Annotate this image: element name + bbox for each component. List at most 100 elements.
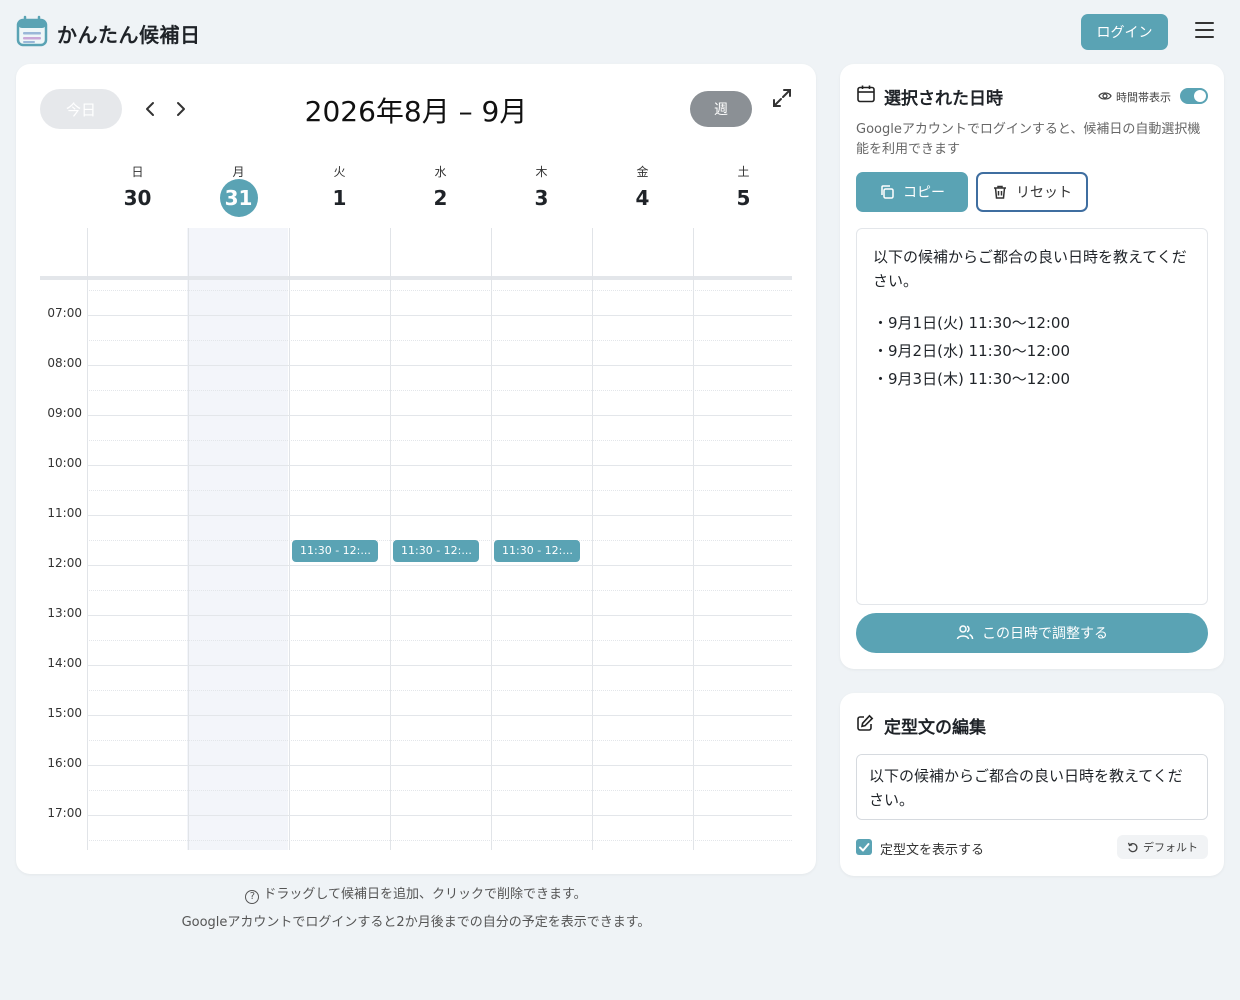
day-name: 月: [232, 165, 245, 179]
show-template-label: 定型文を表示する: [880, 843, 985, 858]
week-grid[interactable]: 07:00 08:00 09:00 10:00 11:00 12:00 13:00 14:00…: [40, 228, 792, 850]
candidate-event[interactable]: 11:30 - 12:...: [292, 540, 378, 562]
time-label: 14:00: [47, 656, 82, 670]
half-hour-line: [87, 690, 792, 691]
expand-icon: [773, 89, 791, 107]
day-name: 日: [131, 165, 144, 179]
calendar-icon: [16, 15, 48, 47]
half-hour-line: [87, 290, 792, 291]
adjust-label: この日時で調整する: [982, 626, 1108, 642]
day-header[interactable]: 土5: [693, 164, 794, 212]
hour-line: [87, 365, 792, 366]
time-label: 15:00: [47, 706, 82, 720]
reset-button[interactable]: リセット: [976, 172, 1088, 212]
day-name: 水: [434, 165, 447, 179]
day-number: 2: [433, 186, 448, 210]
copy-icon: [881, 185, 894, 199]
hour-line: [87, 765, 792, 766]
day-header[interactable]: 木3: [491, 164, 592, 212]
time-label: 16:00: [47, 756, 82, 770]
grid-column-line: [289, 228, 290, 850]
day-header[interactable]: 水2: [390, 164, 491, 212]
hour-line: [87, 415, 792, 416]
selected-panel: 選択された日時 時間帯表示 Googleアカウントでログインすると、候補日の自動…: [840, 64, 1224, 669]
timezone-toggle[interactable]: [1180, 88, 1208, 104]
default-button[interactable]: デフォルト: [1117, 835, 1208, 859]
hour-line: [87, 515, 792, 516]
day-name: 金: [636, 165, 649, 179]
grid-column-line: [87, 228, 88, 850]
hour-line: [87, 665, 792, 666]
half-hour-line: [87, 490, 792, 491]
time-label: 13:00: [47, 606, 82, 620]
hour-line: [87, 565, 792, 566]
app-header: かんたん候補日 ログイン: [0, 0, 1240, 64]
drag-hint-text: ドラッグして候補日を追加、クリックで削除できます。: [263, 887, 587, 902]
half-hour-line: [87, 440, 792, 441]
time-label: 12:00: [47, 556, 82, 570]
selected-title: 選択された日時: [884, 89, 1003, 109]
day-number: 3: [534, 186, 549, 210]
check-icon: [859, 843, 870, 852]
day-header[interactable]: 金4: [592, 164, 693, 212]
grid-column-line: [592, 228, 593, 850]
adjust-button[interactable]: この日時で調整する: [856, 613, 1208, 653]
all-day-separator: [40, 276, 792, 280]
login-hint: Googleアカウントでログインすると2か月後までの自分の予定を表示できます。: [181, 915, 651, 930]
day-header[interactable]: 月 31: [188, 164, 289, 217]
login-button[interactable]: ログイン: [1081, 14, 1168, 50]
template-title: 定型文の編集: [884, 718, 986, 738]
result-item: ・9月2日(水) 11:30〜12:00: [873, 342, 1071, 360]
hamburger-menu-icon: [1194, 22, 1214, 24]
expand-button[interactable]: [770, 86, 794, 110]
grid-column-line: [491, 228, 492, 850]
grid-column-line: [390, 228, 391, 850]
eye-icon: [1098, 92, 1112, 100]
half-hour-line: [87, 840, 792, 841]
half-hour-line: [87, 590, 792, 591]
show-template-checkbox[interactable]: [856, 839, 872, 855]
day-name: 土: [737, 165, 750, 179]
grid-column-line: [693, 228, 694, 850]
week-view-button[interactable]: 週: [690, 91, 752, 127]
result-item: ・9月3日(木) 11:30〜12:00: [873, 370, 1071, 388]
day-number: 1: [332, 186, 347, 210]
template-panel: 定型文の編集 以下の候補からご都合の良い日時を教えてください。 定型文を表示する…: [840, 693, 1224, 876]
users-icon: [956, 625, 974, 640]
candidate-event[interactable]: 11:30 - 12:...: [494, 540, 580, 562]
half-hour-line: [87, 740, 792, 741]
hour-line: [87, 315, 792, 316]
day-header[interactable]: 日 30: [87, 164, 188, 212]
result-header: 以下の候補からご都合の良い日時を教えてください。: [873, 248, 1187, 290]
result-list: ・9月1日(火) 11:30〜12:00 ・9月2日(水) 11:30〜12:00…: [873, 309, 1191, 393]
day-name: 木: [535, 165, 548, 179]
half-hour-line: [87, 640, 792, 641]
half-hour-line: [87, 340, 792, 341]
login-description: Googleアカウントでログインすると、候補日の自動選択機能を利用できます: [856, 122, 1201, 157]
day-name: 火: [333, 165, 346, 179]
menu-button[interactable]: [1192, 22, 1216, 42]
calendar-card: 今日 2026年8月 – 9月 週 日 30 月 31 火 1 水 2 木 3 金 4 土 5 07:00…: [16, 64, 816, 874]
grid-column-line: [188, 228, 189, 850]
hour-line: [87, 465, 792, 466]
hour-line: [87, 615, 792, 616]
day-number: 30: [123, 186, 152, 210]
time-label: 08:00: [47, 356, 82, 370]
edit-icon: [857, 714, 874, 731]
reset-label: リセット: [1016, 185, 1072, 201]
help-circle-icon: ?: [245, 890, 260, 904]
result-item: ・9月1日(火) 11:30〜12:00: [873, 314, 1071, 332]
day-header[interactable]: 火1: [289, 164, 390, 212]
hour-line: [87, 815, 792, 816]
drag-hint: ? ドラッグして候補日を追加、クリックで削除できます。: [16, 883, 816, 904]
result-text-box[interactable]: 以下の候補からご都合の良い日時を教えてください。 ・9月1日(火) 11:30〜…: [856, 228, 1208, 605]
copy-button[interactable]: コピー: [856, 172, 968, 212]
time-label: 07:00: [47, 306, 82, 320]
day-number-today: 31: [219, 179, 258, 217]
time-label: 09:00: [47, 406, 82, 420]
day-number: 5: [736, 186, 751, 210]
candidate-event[interactable]: 11:30 - 12:...: [393, 540, 479, 562]
half-hour-line: [87, 390, 792, 391]
time-label: 11:00: [47, 506, 82, 520]
template-textarea[interactable]: 以下の候補からご都合の良い日時を教えてください。: [856, 754, 1208, 820]
